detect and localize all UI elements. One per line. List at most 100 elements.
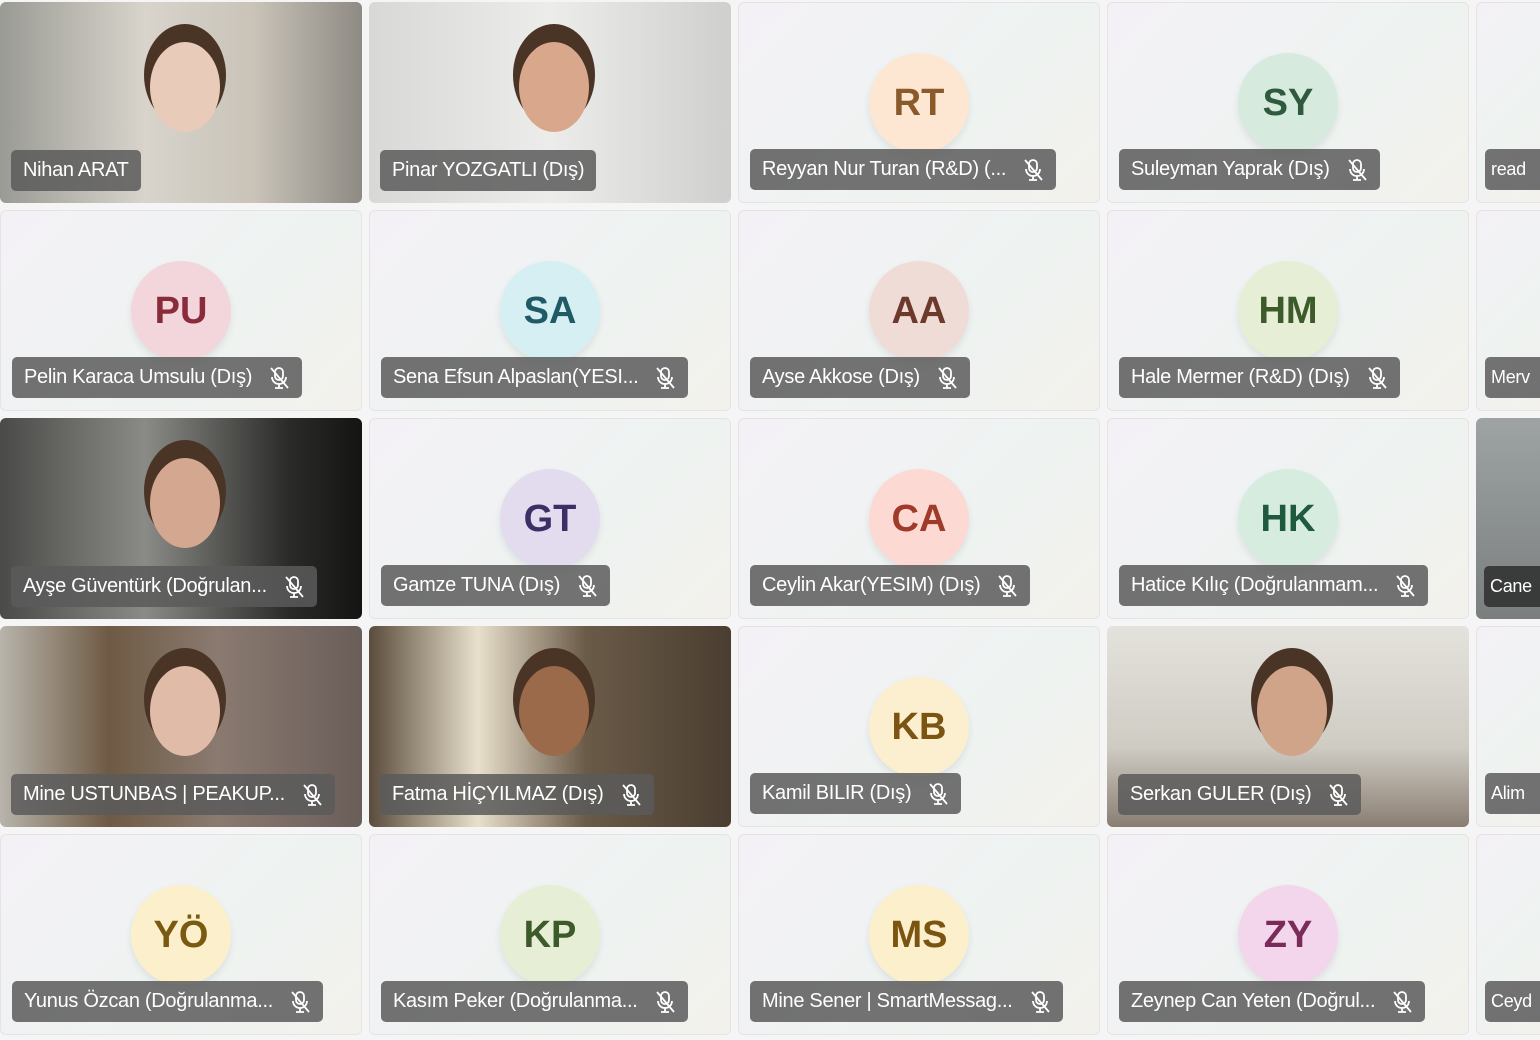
participant-name: Pelin Karaca Umsulu (Dış) xyxy=(24,366,253,388)
participant-name-label: Kamil BILIR (Dış) xyxy=(750,773,962,814)
avatar: GT xyxy=(500,469,600,569)
participant-tile[interactable]: Mine USTUNBAS | PEAKUP... xyxy=(0,626,362,827)
participant-tile[interactable]: Merv xyxy=(1476,210,1540,411)
participant-name-label: Merv xyxy=(1485,357,1540,398)
mic-muted-icon xyxy=(1367,366,1387,389)
mic-muted-icon xyxy=(655,990,675,1013)
participant-name: Mine USTUNBAS | PEAKUP... xyxy=(23,783,285,805)
participant-tile[interactable]: read xyxy=(1476,2,1540,203)
participant-grid: Nihan ARAT Pinar YOZGATLI (Dış) RT Reyyan N… xyxy=(0,2,1540,1035)
avatar: HM xyxy=(1238,261,1338,361)
participant-name-label: Pelin Karaca Umsulu (Dış) xyxy=(12,357,303,398)
participant-name: Suleyman Yaprak (Dış) xyxy=(1131,158,1330,180)
participant-tile[interactable]: SY Suleyman Yaprak (Dış) xyxy=(1107,2,1469,203)
participant-tile[interactable]: Pinar YOZGATLI (Dış) xyxy=(369,2,731,203)
participant-name: Cane xyxy=(1490,576,1532,596)
participant-name: Ceyd xyxy=(1491,991,1532,1011)
participant-name-label: Mine Sener | SmartMessag... xyxy=(750,981,1063,1022)
mic-muted-icon xyxy=(1347,158,1367,181)
participant-name-label: Kasım Peker (Doğrulanma... xyxy=(381,981,688,1022)
participant-tile[interactable]: Ceyd xyxy=(1476,834,1540,1035)
participant-name-label: Pinar YOZGATLI (Dış) xyxy=(380,150,597,191)
participant-name-label: read xyxy=(1485,149,1540,190)
mic-muted-icon xyxy=(998,574,1018,597)
participant-name-label: Hatice Kılıç (Doğrulanmam... xyxy=(1119,565,1429,606)
participant-name: Merv xyxy=(1491,367,1530,387)
participant-name-label: Suleyman Yaprak (Dış) xyxy=(1119,149,1380,190)
participant-name: Kasım Peker (Doğrulanma... xyxy=(393,990,638,1012)
mic-muted-icon xyxy=(929,782,949,805)
participant-tile[interactable]: YÖ Yunus Özcan (Doğrulanma... xyxy=(0,834,362,1035)
participant-name-label: Fatma HİÇYILMAZ (Dış) xyxy=(380,774,654,815)
avatar: PU xyxy=(131,261,231,361)
avatar: SY xyxy=(1238,53,1338,153)
avatar: AA xyxy=(869,261,969,361)
participant-tile[interactable]: Serkan GULER (Dış) xyxy=(1107,626,1469,827)
participant-name-label: Alim xyxy=(1485,773,1540,814)
participant-name-label: Ayse Akkose (Dış) xyxy=(750,357,970,398)
participant-tile[interactable]: PU Pelin Karaca Umsulu (Dış) xyxy=(0,210,362,411)
participant-name-label: Ceyd xyxy=(1485,981,1540,1022)
participant-tile[interactable]: SA Sena Efsun Alpaslan(YESI... xyxy=(369,210,731,411)
mic-muted-icon xyxy=(656,366,676,389)
participant-tile[interactable]: AA Ayse Akkose (Dış) xyxy=(738,210,1100,411)
participant-name: Reyyan Nur Turan (R&D) (... xyxy=(762,158,1007,180)
participant-name: Kamil BILIR (Dış) xyxy=(762,782,912,804)
participant-tile[interactable]: Ayşe Güventürk (Doğrulan... xyxy=(0,418,362,619)
avatar: RT xyxy=(869,53,969,153)
participant-name-label: Hale Mermer (R&D) (Dış) xyxy=(1119,357,1400,398)
participant-name-label: Serkan GULER (Dış) xyxy=(1118,774,1362,815)
participant-name: Gamze TUNA (Dış) xyxy=(393,574,561,596)
avatar: KB xyxy=(869,677,969,777)
avatar: KP xyxy=(500,885,600,985)
avatar: SA xyxy=(500,261,600,361)
participant-tile[interactable]: HM Hale Mermer (R&D) (Dış) xyxy=(1107,210,1469,411)
participant-tile[interactable]: KB Kamil BILIR (Dış) xyxy=(738,626,1100,827)
participant-name: Zeynep Can Yeten (Doğrul... xyxy=(1131,990,1376,1012)
participant-tile[interactable]: Nihan ARAT xyxy=(0,2,362,203)
participant-name-label: Mine USTUNBAS | PEAKUP... xyxy=(11,774,335,815)
participant-tile[interactable]: MS Mine Sener | SmartMessag... xyxy=(738,834,1100,1035)
participant-name: Hale Mermer (R&D) (Dış) xyxy=(1131,366,1350,388)
avatar: HK xyxy=(1238,469,1338,569)
participant-video xyxy=(150,42,220,132)
participant-tile[interactable]: Alim xyxy=(1476,626,1540,827)
participant-video xyxy=(519,42,589,132)
mic-muted-icon xyxy=(291,990,310,1013)
participant-name: Ayse Akkose (Dış) xyxy=(762,366,920,388)
avatar: YÖ xyxy=(131,885,231,985)
participant-tile[interactable]: KP Kasım Peker (Doğrulanma... xyxy=(369,834,731,1035)
participant-tile[interactable]: RT Reyyan Nur Turan (R&D) (... xyxy=(738,2,1100,203)
participant-name-label: Sena Efsun Alpaslan(YESI... xyxy=(381,357,689,398)
mic-muted-icon xyxy=(285,575,304,598)
participant-tile[interactable]: GT Gamze TUNA (Dış) xyxy=(369,418,731,619)
participant-tile[interactable]: ZY Zeynep Can Yeten (Doğrul... xyxy=(1107,834,1469,1035)
participant-video xyxy=(519,666,589,756)
participant-name-label: Gamze TUNA (Dış) xyxy=(381,565,611,606)
mic-muted-icon xyxy=(303,783,322,806)
participant-video xyxy=(150,666,220,756)
avatar: MS xyxy=(869,885,969,985)
participant-name-label: Cane xyxy=(1484,566,1540,607)
participant-name: Ayşe Güventürk (Doğrulan... xyxy=(23,575,267,597)
mic-muted-icon xyxy=(621,783,641,806)
participant-tile[interactable]: Cane xyxy=(1476,418,1540,619)
participant-video xyxy=(1257,666,1327,756)
participant-name-label: Reyyan Nur Turan (R&D) (... xyxy=(750,149,1057,190)
participant-name: Sena Efsun Alpaslan(YESI... xyxy=(393,366,639,388)
avatar: ZY xyxy=(1238,885,1338,985)
participant-name: Serkan GULER (Dış) xyxy=(1130,783,1312,805)
mic-muted-icon xyxy=(1030,990,1050,1013)
participant-tile[interactable]: CA Ceylin Akar(YESIM) (Dış) xyxy=(738,418,1100,619)
participant-name: Mine Sener | SmartMessag... xyxy=(762,990,1013,1012)
avatar: CA xyxy=(869,469,969,569)
mic-muted-icon xyxy=(1024,158,1043,181)
mic-muted-icon xyxy=(1329,783,1348,806)
mic-muted-icon xyxy=(938,366,957,389)
participant-tile[interactable]: HK Hatice Kılıç (Doğrulanmam... xyxy=(1107,418,1469,619)
participant-tile[interactable]: Fatma HİÇYILMAZ (Dış) xyxy=(369,626,731,827)
participant-name-label: Ceylin Akar(YESIM) (Dış) xyxy=(750,565,1031,606)
participant-name: Alim xyxy=(1491,783,1525,803)
participant-video xyxy=(150,458,220,548)
participant-name-label: Zeynep Can Yeten (Doğrul... xyxy=(1119,981,1426,1022)
